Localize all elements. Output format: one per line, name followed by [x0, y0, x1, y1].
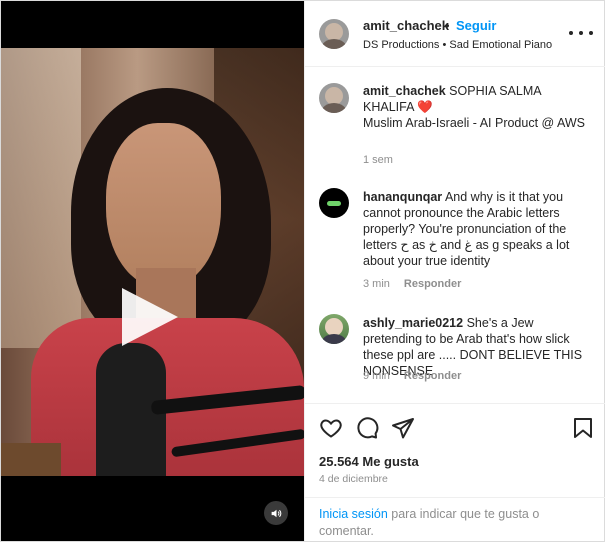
reply-button[interactable]: Responder	[404, 278, 461, 290]
caption-username[interactable]: amit_chachek	[363, 84, 446, 98]
volume-icon[interactable]	[264, 501, 288, 525]
comment-meta: 3 min Responder	[363, 278, 461, 290]
video-frame[interactable]	[1, 48, 304, 476]
avatar[interactable]	[319, 19, 349, 49]
reply-button[interactable]: Responder	[404, 370, 461, 382]
bookmark-icon[interactable]	[571, 416, 595, 440]
post-actions: 25.564 Me gusta 4 de diciembre Inicia se…	[305, 403, 605, 541]
comment-text: hananqunqar And why is it that you canno…	[363, 189, 595, 269]
person-face	[106, 123, 221, 288]
share-icon[interactable]	[391, 416, 415, 440]
comment-time[interactable]: 9 min	[363, 370, 390, 382]
post-modal: amit_chachek • Seguir DS Productions • S…	[0, 0, 605, 542]
comment-time[interactable]: 3 min	[363, 278, 390, 290]
comment-avatar[interactable]	[319, 314, 349, 344]
comment-username[interactable]: hananqunqar	[363, 190, 442, 204]
caption-text: amit_chachek SOPHIA SALMA KHALIFA ❤️ Mus…	[363, 83, 595, 131]
likes-count[interactable]: 25.564 Me gusta	[319, 454, 419, 469]
comment-username[interactable]: ashly_marie0212	[363, 316, 463, 330]
caption-line2: Muslim Arab-Israeli - AI Product @ AWS	[363, 116, 586, 130]
header-username[interactable]: amit_chachek	[363, 18, 449, 33]
caption-avatar[interactable]	[319, 83, 349, 113]
comment-icon[interactable]	[355, 416, 379, 440]
post-side-panel: amit_chachek • Seguir DS Productions • S…	[304, 1, 605, 541]
play-icon[interactable]	[122, 288, 178, 346]
post-header: amit_chachek • Seguir DS Productions • S…	[305, 1, 605, 67]
caption-time[interactable]: 1 sem	[363, 154, 393, 166]
login-link[interactable]: Inicia sesión	[319, 507, 388, 521]
audio-subtitle[interactable]: DS Productions • Sad Emotional Piano	[363, 39, 552, 51]
post-date[interactable]: 4 de diciembre	[319, 473, 388, 485]
caption-heart: ❤️	[417, 100, 433, 114]
more-options-icon[interactable]	[569, 25, 593, 41]
comment-meta: 9 min Responder	[363, 370, 461, 382]
header-separator: •	[445, 18, 450, 33]
background-wood	[1, 443, 61, 476]
comment-avatar[interactable]	[319, 188, 349, 218]
follow-button[interactable]: Seguir	[456, 18, 496, 33]
video-player[interactable]	[1, 1, 304, 541]
login-prompt: Inicia sesión para indicar que te gusta …	[305, 497, 605, 548]
heart-icon[interactable]	[319, 416, 343, 440]
comments-list[interactable]: amit_chachek SOPHIA SALMA KHALIFA ❤️ Mus…	[305, 68, 605, 403]
background-window	[1, 48, 81, 348]
